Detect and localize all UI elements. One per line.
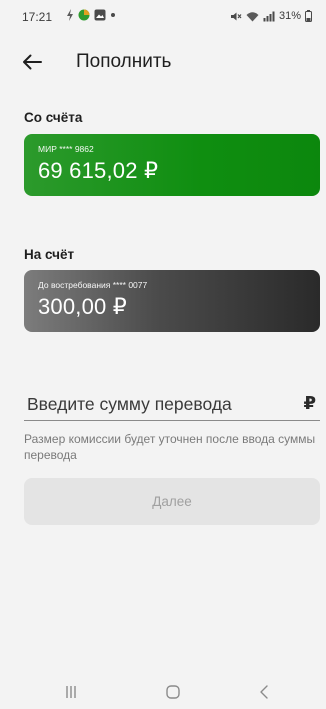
back-icon: [260, 685, 268, 699]
from-account-balance: 69 615,02 ₽: [38, 158, 159, 183]
home-button[interactable]: [153, 679, 193, 705]
home-icon: [166, 685, 180, 699]
fee-note: Размер комиссии будет уточнен после ввод…: [24, 432, 316, 462]
recent-apps-button[interactable]: [51, 679, 91, 705]
recent-apps-icon: [66, 686, 76, 698]
notification-dot-icon: [111, 13, 115, 17]
status-right-icons: 31%: [230, 10, 312, 22]
mute-icon: [230, 12, 242, 20]
to-account-card[interactable]: До востребования **** 0077 300,00 ₽: [24, 270, 320, 332]
from-section-label: Со счёта: [24, 110, 83, 125]
signal-icon: [263, 11, 275, 21]
from-account-card[interactable]: МИР **** 9862 69 615,02 ₽: [24, 134, 320, 196]
status-bar: 17:21 31%: [0, 0, 326, 34]
amount-field[interactable]: ₽: [24, 392, 320, 421]
status-left-icons: [66, 9, 116, 21]
sync-icon: [67, 9, 73, 21]
system-nav-bar: [0, 675, 326, 709]
wifi-icon: [246, 11, 259, 21]
next-button[interactable]: Далее: [24, 478, 320, 525]
back-nav-button[interactable]: [244, 679, 284, 705]
from-account-name: МИР **** 9862: [38, 144, 94, 154]
battery-icon: [305, 10, 312, 22]
page-title: Пополнить: [76, 51, 172, 72]
to-section-label: На счёт: [24, 247, 75, 262]
app-dot-icon: [78, 9, 90, 21]
amount-input[interactable]: [27, 394, 287, 415]
to-account-name: До востребования **** 0077: [38, 280, 148, 290]
to-account-balance: 300,00 ₽: [38, 294, 127, 319]
app-bar: Пополнить: [0, 42, 326, 82]
currency-symbol: ₽: [303, 393, 316, 413]
back-button[interactable]: [18, 48, 46, 76]
status-time: 17:21: [22, 10, 53, 24]
arrow-left-icon: [23, 54, 42, 70]
gallery-icon: [94, 9, 106, 21]
battery-percent: 31%: [278, 10, 301, 22]
